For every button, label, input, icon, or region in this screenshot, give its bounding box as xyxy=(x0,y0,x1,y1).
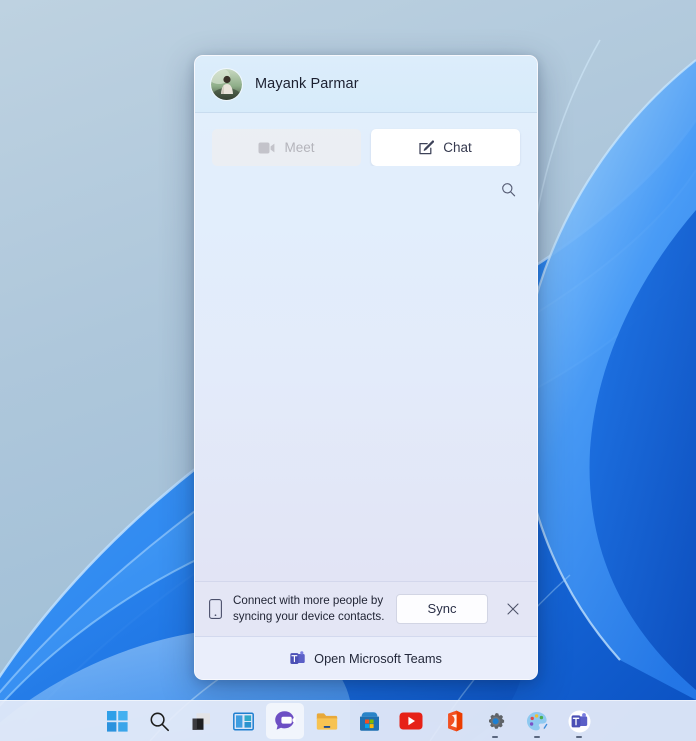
microsoft-store-button[interactable] xyxy=(350,703,388,739)
sync-banner-line2: syncing your device contacts. xyxy=(233,609,385,623)
running-indicator xyxy=(576,735,582,738)
search-button[interactable] xyxy=(493,174,523,204)
microsoft-teams-icon xyxy=(568,710,590,732)
sync-contacts-banner: Connect with more people by syncing your… xyxy=(195,581,537,636)
action-row: Meet Chat xyxy=(195,113,537,166)
footer-label: Open Microsoft Teams xyxy=(314,650,442,666)
settings-button[interactable] xyxy=(476,703,514,739)
youtube-button[interactable] xyxy=(392,703,430,739)
running-indicator xyxy=(492,735,498,738)
widgets-button[interactable] xyxy=(224,703,262,739)
desktop: Mayank Parmar Meet Chat Connect with mor… xyxy=(0,0,696,741)
running-indicator xyxy=(534,735,540,738)
widgets-icon xyxy=(232,711,254,731)
task-view-button[interactable] xyxy=(182,703,220,739)
chat-flyout-window: Mayank Parmar Meet Chat Connect with mor… xyxy=(194,55,538,680)
avatar[interactable] xyxy=(211,68,242,100)
avatar-photo-icon xyxy=(211,68,242,100)
paint-palette-icon xyxy=(527,711,548,730)
phone-icon xyxy=(209,598,222,619)
start-button[interactable] xyxy=(98,703,136,739)
microsoft-teams-icon xyxy=(290,650,305,664)
open-microsoft-teams-link[interactable]: Open Microsoft Teams xyxy=(195,636,537,679)
meet-label: Meet xyxy=(284,140,315,155)
meet-button[interactable]: Meet xyxy=(212,129,361,166)
search-icon xyxy=(150,712,169,731)
task-view-icon xyxy=(192,712,210,730)
close-icon xyxy=(507,602,519,615)
search-icon xyxy=(501,182,515,196)
compose-icon xyxy=(419,140,435,155)
header-user-name: Mayank Parmar xyxy=(255,76,359,92)
search-button[interactable] xyxy=(140,703,178,739)
windows-logo-icon xyxy=(106,710,128,732)
video-camera-icon xyxy=(258,142,275,153)
flyout-header: Mayank Parmar xyxy=(195,56,537,113)
sync-button[interactable]: Sync xyxy=(396,593,488,624)
file-explorer-button[interactable] xyxy=(308,703,346,739)
chat-button[interactable] xyxy=(266,703,304,739)
search-row xyxy=(195,166,537,204)
chat-icon xyxy=(274,710,296,730)
paint-button[interactable] xyxy=(518,703,556,739)
sync-banner-text: Connect with more people by syncing your… xyxy=(233,593,385,624)
gear-icon xyxy=(488,712,504,729)
file-explorer-icon xyxy=(316,712,338,730)
microsoft-office-button[interactable] xyxy=(434,703,472,739)
chat-button[interactable]: Chat xyxy=(371,129,520,166)
chat-list-empty-area xyxy=(195,204,537,581)
banner-close-button[interactable] xyxy=(501,597,525,621)
taskbar xyxy=(0,700,696,741)
chat-label: Chat xyxy=(443,140,472,155)
sync-banner-line1: Connect with more people by xyxy=(233,594,384,607)
microsoft-office-icon xyxy=(447,710,462,732)
microsoft-store-icon xyxy=(359,711,379,731)
microsoft-teams-button[interactable] xyxy=(560,703,598,739)
youtube-icon xyxy=(399,712,423,730)
